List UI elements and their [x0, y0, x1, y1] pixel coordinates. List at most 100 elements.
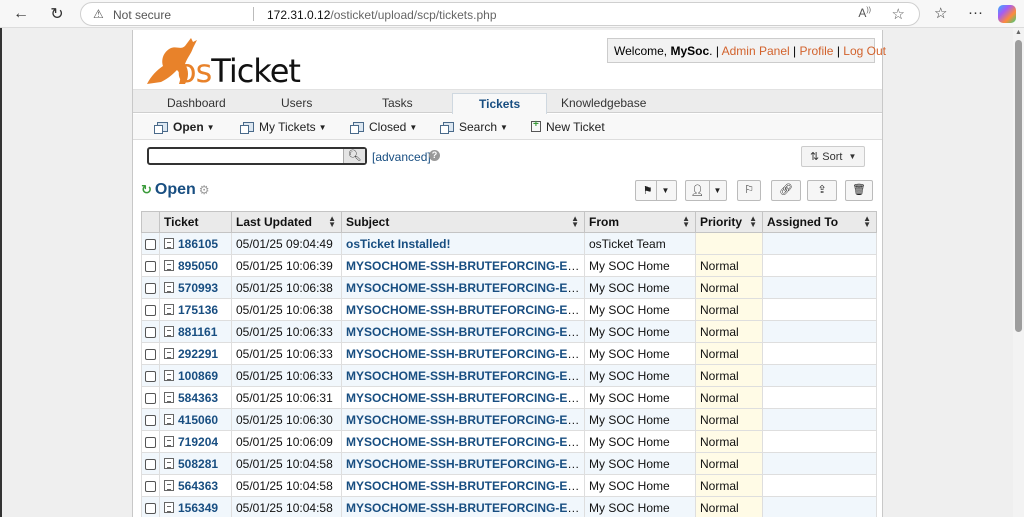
- table-row[interactable]: 156349 05/01/25 10:04:58 MYSOCHOME-SSH-BRU…: [141, 496, 877, 517]
- row-checkbox[interactable]: [145, 282, 156, 294]
- subject-cell[interactable]: MYSOCHOME-SSH-BRUTEFORCING-EVE...: [341, 320, 585, 343]
- column-header-priority[interactable]: Priority ▲ ▼: [695, 211, 763, 233]
- scroll-up-arrow-icon[interactable]: ▲: [1013, 28, 1024, 38]
- open-queue-dropdown[interactable]: Open ▼: [154, 120, 215, 134]
- table-row[interactable]: 292291 05/01/25 10:06:33 MYSOCHOME-SSH-BRU…: [141, 342, 877, 365]
- column-header-assigned-to[interactable]: Assigned To ▲ ▼: [762, 211, 877, 233]
- row-checkbox[interactable]: [145, 502, 156, 514]
- subject-link[interactable]: MYSOCHOME-SSH-BRUTEFORCING-EVE...: [346, 347, 584, 361]
- subject-link[interactable]: MYSOCHOME-SSH-BRUTEFORCING-EVE...: [346, 391, 584, 405]
- row-checkbox[interactable]: [145, 304, 156, 316]
- subject-cell[interactable]: MYSOCHOME-SSH-BRUTEFORCING-EVE...: [341, 474, 585, 497]
- logout-link[interactable]: Log Out: [843, 44, 886, 58]
- subject-link[interactable]: MYSOCHOME-SSH-BRUTEFORCING-EVE...: [346, 413, 584, 427]
- row-checkbox[interactable]: [145, 326, 156, 338]
- url-text[interactable]: 172.31.0.12/osticket/upload/scp/tickets.…: [267, 8, 497, 22]
- ticket-number-cell[interactable]: 100869: [159, 364, 232, 387]
- row-checkbox[interactable]: [145, 436, 156, 448]
- table-row[interactable]: 175136 05/01/25 10:06:38 MYSOCHOME-SSH-BRU…: [141, 298, 877, 321]
- subject-cell[interactable]: osTicket Installed!: [341, 232, 585, 255]
- ticket-number-link[interactable]: 508281: [178, 457, 218, 471]
- tab-dashboard[interactable]: Dashboard: [167, 96, 226, 110]
- search-icon[interactable]: 🔍︎: [343, 149, 365, 163]
- sort-dropdown[interactable]: ⇅ Sort ▼: [801, 146, 865, 167]
- column-header-last-updated[interactable]: Last Updated ▲ ▼: [231, 211, 342, 233]
- favorite-star-icon[interactable]: ☆: [892, 5, 905, 23]
- subject-cell[interactable]: MYSOCHOME-SSH-BRUTEFORCING-EVE...: [341, 408, 585, 431]
- row-checkbox[interactable]: [145, 370, 156, 382]
- ticket-number-cell[interactable]: 719204: [159, 430, 232, 453]
- new-ticket-link[interactable]: + New Ticket: [531, 119, 605, 134]
- row-checkbox[interactable]: [145, 414, 156, 426]
- help-icon[interactable]: ?: [429, 150, 440, 161]
- scrollbar-thumb[interactable]: [1015, 40, 1022, 332]
- back-icon[interactable]: ←: [10, 4, 32, 24]
- favorites-icon[interactable]: ☆: [934, 4, 947, 22]
- ticket-number-link[interactable]: 292291: [178, 347, 218, 361]
- ticket-number-cell[interactable]: 156349: [159, 496, 232, 517]
- subject-cell[interactable]: MYSOCHOME-SSH-BRUTEFORCING-EVE...: [341, 276, 585, 299]
- subject-cell[interactable]: MYSOCHOME-SSH-BRUTEFORCING-EVE...: [341, 496, 585, 517]
- row-checkbox[interactable]: [145, 392, 156, 404]
- subject-cell[interactable]: MYSOCHOME-SSH-BRUTEFORCING-EVE...: [341, 430, 585, 453]
- ticket-number-cell[interactable]: 415060: [159, 408, 232, 431]
- ticket-number-link[interactable]: 156349: [178, 501, 218, 515]
- subject-cell[interactable]: MYSOCHOME-SSH-BRUTEFORCING-EVE...: [341, 452, 585, 475]
- table-row[interactable]: 100869 05/01/25 10:06:33 MYSOCHOME-SSH-BRU…: [141, 364, 877, 387]
- ticket-number-cell[interactable]: 564363: [159, 474, 232, 497]
- tab-knowledgebase[interactable]: Knowledgebase: [561, 96, 646, 110]
- subject-link[interactable]: MYSOCHOME-SSH-BRUTEFORCING-EVE...: [346, 303, 584, 317]
- subject-cell[interactable]: MYSOCHOME-SSH-BRUTEFORCING-EVE...: [341, 342, 585, 365]
- row-checkbox[interactable]: [145, 348, 156, 360]
- ticket-number-cell[interactable]: 895050: [159, 254, 232, 277]
- subject-link[interactable]: osTicket Installed!: [346, 237, 450, 251]
- tab-tasks[interactable]: Tasks: [382, 96, 413, 110]
- subject-cell[interactable]: MYSOCHOME-SSH-BRUTEFORCING-EVE...: [341, 298, 585, 321]
- ticket-number-cell[interactable]: 175136: [159, 298, 232, 321]
- ticket-number-link[interactable]: 895050: [178, 259, 218, 273]
- my-tickets-dropdown[interactable]: My Tickets ▼: [240, 120, 327, 134]
- table-row[interactable]: 584363 05/01/25 10:06:31 MYSOCHOME-SSH-BRU…: [141, 386, 877, 409]
- ticket-number-cell[interactable]: 570993: [159, 276, 232, 299]
- queue-settings-gear-icon[interactable]: ⚙: [199, 183, 210, 197]
- read-aloud-icon[interactable]: A)): [858, 6, 871, 20]
- ticket-number-link[interactable]: 564363: [178, 479, 218, 493]
- subject-link[interactable]: MYSOCHOME-SSH-BRUTEFORCING-EVE...: [346, 457, 584, 471]
- ticket-number-cell[interactable]: 292291: [159, 342, 232, 365]
- refresh-queue-icon[interactable]: ↻: [141, 182, 152, 197]
- table-row[interactable]: 508281 05/01/25 10:04:58 MYSOCHOME-SSH-BRU…: [141, 452, 877, 475]
- table-row[interactable]: 895050 05/01/25 10:06:39 MYSOCHOME-SSH-BRU…: [141, 254, 877, 277]
- refresh-icon[interactable]: ↻: [46, 4, 68, 24]
- subject-link[interactable]: MYSOCHOME-SSH-BRUTEFORCING-EVE...: [346, 325, 584, 339]
- table-row[interactable]: 570993 05/01/25 10:06:38 MYSOCHOME-SSH-BRU…: [141, 276, 877, 299]
- subject-cell[interactable]: MYSOCHOME-SSH-BRUTEFORCING-EVE...: [341, 386, 585, 409]
- ticket-number-cell[interactable]: 508281: [159, 452, 232, 475]
- address-bar[interactable]: ⚠ Not secure 172.31.0.12/osticket/upload…: [80, 2, 920, 26]
- column-header-subject[interactable]: Subject ▲ ▼: [341, 211, 585, 233]
- change-department-button[interactable]: ⚐: [737, 180, 761, 201]
- delete-button[interactable]: 🗑︎: [845, 180, 873, 201]
- search-dropdown[interactable]: Search ▼: [440, 120, 508, 134]
- table-row[interactable]: 564363 05/01/25 10:04:58 MYSOCHOME-SSH-BRU…: [141, 474, 877, 497]
- table-row[interactable]: 186105 05/01/25 09:04:49 osTicket Installe…: [141, 232, 877, 255]
- subject-link[interactable]: MYSOCHOME-SSH-BRUTEFORCING-EVE...: [346, 259, 584, 273]
- merge-tickets-button[interactable]: 🔗︎: [771, 180, 801, 201]
- status-flag-dropdown[interactable]: ⚑ ▼: [635, 180, 677, 201]
- table-row[interactable]: 881161 05/01/25 10:06:33 MYSOCHOME-SSH-BRU…: [141, 320, 877, 343]
- export-button[interactable]: ⇪: [807, 180, 837, 201]
- assign-user-dropdown[interactable]: 👤︎ ▼: [685, 180, 727, 201]
- ticket-number-link[interactable]: 415060: [178, 413, 218, 427]
- subject-link[interactable]: MYSOCHOME-SSH-BRUTEFORCING-EVE...: [346, 369, 584, 383]
- subject-link[interactable]: MYSOCHOME-SSH-BRUTEFORCING-EVE...: [346, 435, 584, 449]
- subject-link[interactable]: MYSOCHOME-SSH-BRUTEFORCING-EVE...: [346, 479, 584, 493]
- ticket-number-link[interactable]: 100869: [178, 369, 218, 383]
- row-checkbox[interactable]: [145, 480, 156, 492]
- column-header-from[interactable]: From ▲ ▼: [584, 211, 696, 233]
- tab-tickets[interactable]: Tickets: [452, 93, 548, 115]
- ticket-number-cell[interactable]: 186105: [159, 232, 232, 255]
- ticket-number-link[interactable]: 175136: [178, 303, 218, 317]
- advanced-search-link[interactable]: [advanced]: [372, 150, 431, 164]
- closed-queue-dropdown[interactable]: Closed ▼: [350, 120, 417, 134]
- row-checkbox[interactable]: [145, 260, 156, 272]
- profile-link[interactable]: Profile: [799, 44, 833, 58]
